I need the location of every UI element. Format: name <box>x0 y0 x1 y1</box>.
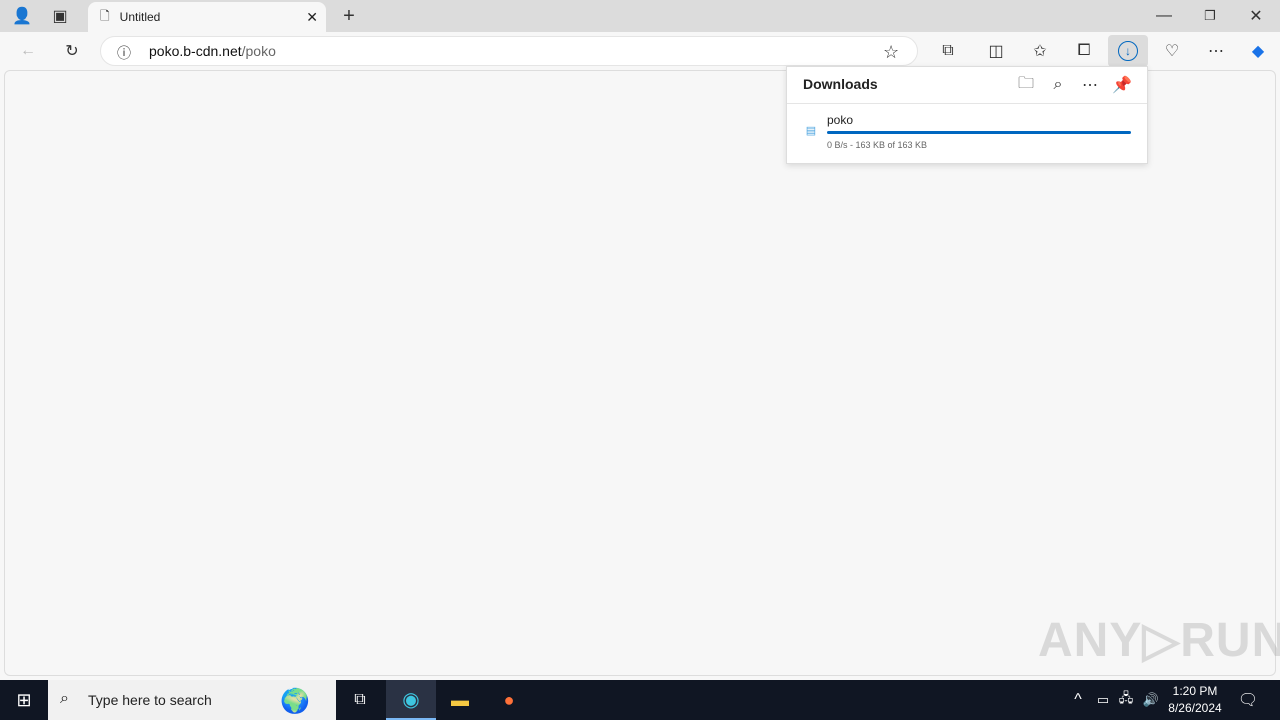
refresh-button[interactable]: ↻ <box>60 39 84 63</box>
search-placeholder: Type here to search <box>88 692 212 708</box>
downloads-title: Downloads <box>803 76 878 92</box>
minimize-button[interactable]: — <box>1152 4 1176 28</box>
show-hidden-icons[interactable]: ^ <box>1068 690 1088 710</box>
more-options-icon[interactable]: ⋯ <box>1079 74 1101 96</box>
back-button[interactable]: ← <box>16 39 40 63</box>
close-window-button[interactable]: ✕ <box>1244 4 1268 28</box>
tab-actions-icon[interactable]: ▣ <box>48 5 72 27</box>
page-icon: 🗋 <box>100 8 110 23</box>
url-host: poko.b-cdn.net <box>149 43 242 59</box>
split-screen-icon[interactable]: ◫ <box>984 39 1008 63</box>
download-status: 0 B/s - 163 KB of 163 KB <box>827 140 928 150</box>
open-folder-icon[interactable]: 🗀 <box>1015 74 1037 96</box>
clock-date: 8/26/2024 <box>1168 701 1222 715</box>
tab-title: Untitled <box>119 10 161 24</box>
new-tab-button[interactable]: + <box>338 4 360 28</box>
camera-icon[interactable]: ▭ <box>1094 690 1112 710</box>
network-icon[interactable]: 🖧 <box>1116 690 1136 710</box>
downloads-button[interactable]: ↓ <box>1108 35 1148 67</box>
info-icon[interactable]: ⓘ <box>117 43 131 63</box>
extensions-icon[interactable]: ⧉ <box>936 39 960 63</box>
collections-icon[interactable]: ⧠ <box>1072 39 1096 63</box>
favorites-icon[interactable]: ✩ <box>1028 39 1052 63</box>
download-name: poko <box>827 113 854 127</box>
file-explorer-icon[interactable]: ▬ <box>446 688 474 712</box>
download-progress-bar <box>827 131 1131 134</box>
profile-icon[interactable]: 👤 <box>10 5 34 27</box>
favorite-star-icon[interactable]: ☆ <box>883 42 899 63</box>
copilot-icon[interactable]: ◆ <box>1246 39 1270 63</box>
notifications-icon[interactable]: 🗨 <box>1236 688 1260 712</box>
volume-icon[interactable]: 🔊 <box>1140 690 1162 710</box>
toolbar: ← ↻ ⓘ poko.b-cdn.net/poko ☆ ⧉ ◫ ✩ ⧠ ↓ ♡ … <box>0 32 1280 70</box>
edge-taskbar-icon[interactable]: ◉ <box>386 680 436 720</box>
search-icon: ⌕ <box>60 690 69 707</box>
download-icon: ↓ <box>1118 41 1138 61</box>
taskbar-search[interactable]: ⌕ Type here to search 🌍 <box>48 680 336 720</box>
more-menu-icon[interactable]: ⋯ <box>1204 39 1228 63</box>
close-tab-icon[interactable]: ✕ <box>306 9 318 26</box>
downloads-panel: Downloads 🗀 ⌕ ⋯ 📌 ▤ poko 0 B/s - 163 KB … <box>786 66 1148 164</box>
start-button[interactable]: ⊞ <box>12 688 36 712</box>
tab-untitled[interactable]: 🗋 Untitled ✕ <box>88 2 326 32</box>
file-icon: ▤ <box>805 124 817 137</box>
browser-essentials-icon[interactable]: ♡ <box>1160 39 1184 63</box>
search-highlight-icon: 🌍 <box>280 687 310 715</box>
clock[interactable]: 1:20 PM 8/26/2024 <box>1164 683 1226 717</box>
url-path: /poko <box>241 43 276 59</box>
tab-bar: 👤 ▣ 🗋 Untitled ✕ + — ❐ ✕ <box>0 0 1280 32</box>
clock-time: 1:20 PM <box>1172 684 1218 698</box>
firefox-icon[interactable]: ● <box>496 688 522 712</box>
address-bar[interactable]: ⓘ poko.b-cdn.net/poko ☆ <box>100 36 918 66</box>
anyrun-watermark: ANY▷RUN <box>1038 614 1280 667</box>
task-view-icon[interactable]: ⧉ <box>348 688 372 712</box>
restore-button[interactable]: ❐ <box>1198 4 1222 28</box>
pin-icon[interactable]: 📌 <box>1111 74 1133 96</box>
search-icon[interactable]: ⌕ <box>1047 74 1069 96</box>
taskbar: ⊞ ⌕ Type here to search 🌍 ⧉ ◉ ▬ ● ^ ▭ 🖧 … <box>0 680 1280 720</box>
